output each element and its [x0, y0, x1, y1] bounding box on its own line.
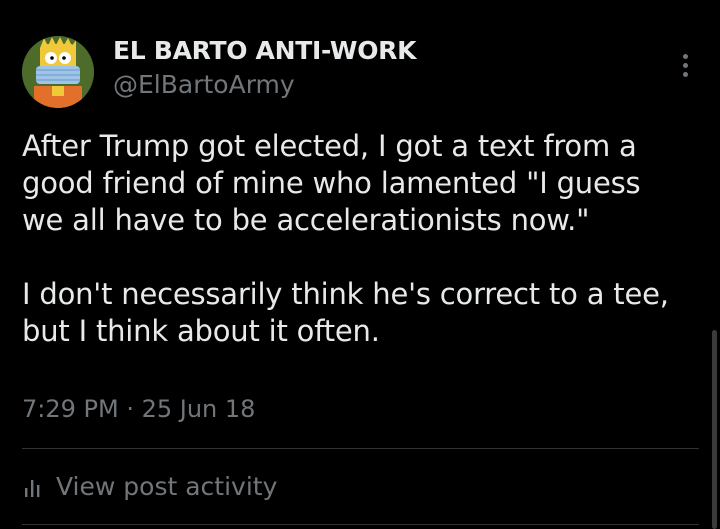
post-paragraph: I don't necessarily think he's correct t…: [22, 276, 702, 350]
view-post-activity-label: View post activity: [56, 472, 278, 501]
post-text-line: good friend of mine who lamented "I gues…: [22, 166, 641, 200]
author-handle[interactable]: @ElBartoArmy: [113, 70, 295, 99]
post-text-line: I don't necessarily think he's correct t…: [22, 277, 669, 311]
post-text-line: we all have to be accelerationists now.": [22, 203, 590, 237]
more-options-icon: [682, 71, 688, 77]
analytics-bars-icon: [25, 479, 40, 497]
divider: [22, 524, 699, 525]
bart-simpson-masked-avatar-icon: [22, 36, 94, 108]
view-post-activity-link[interactable]: View post activity: [22, 472, 277, 501]
more-options-icon: [682, 53, 688, 59]
avatar[interactable]: [22, 36, 94, 108]
divider: [22, 448, 699, 449]
scrollbar[interactable]: [712, 330, 717, 529]
author-name[interactable]: EL BARTO ANTI-WORK: [113, 36, 416, 65]
post-text-line: but I think about it often.: [22, 314, 380, 348]
more-options-button[interactable]: [674, 50, 696, 80]
post-text-line: After Trump got elected, I got a text fr…: [22, 129, 637, 163]
post-text: After Trump got elected, I got a text fr…: [22, 128, 702, 350]
more-options-icon: [682, 62, 688, 68]
post-paragraph: After Trump got elected, I got a text fr…: [22, 128, 702, 239]
post-timestamp[interactable]: 7:29 PM · 25 Jun 18: [22, 395, 255, 423]
post-card: EL BARTO ANTI-WORK @ElBartoArmy After Tr…: [0, 0, 720, 529]
